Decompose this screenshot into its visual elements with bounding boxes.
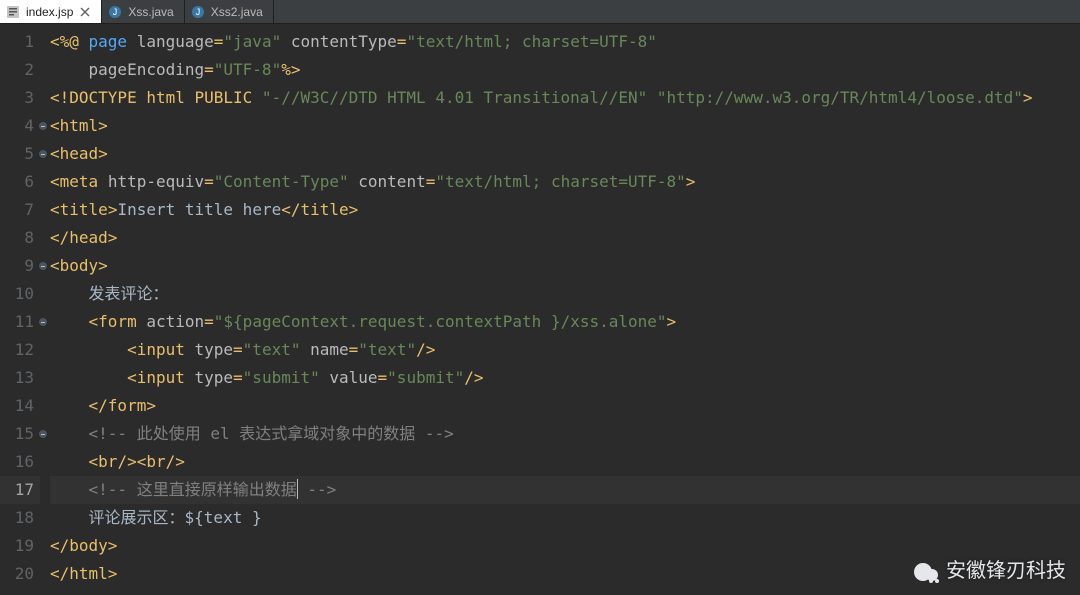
code-line[interactable]: <meta http-equiv="Content-Type" content=… bbox=[50, 168, 1080, 196]
line-number: 9 bbox=[0, 252, 40, 280]
line-number: 1 bbox=[0, 28, 40, 56]
tab-xss-java[interactable]: J Xss.java bbox=[102, 0, 184, 23]
code-line[interactable]: <title>Insert title here</title> bbox=[50, 196, 1080, 224]
line-number: 13 bbox=[0, 364, 40, 392]
code-line[interactable]: <!-- 这里直接原样输出数据 --> bbox=[50, 476, 1080, 504]
code-line[interactable]: <!-- 此处使用 el 表达式拿域对象中的数据 --> bbox=[50, 420, 1080, 448]
code-line[interactable]: pageEncoding="UTF-8"%> bbox=[50, 56, 1080, 84]
code-line[interactable]: 评论展示区：${text } bbox=[50, 504, 1080, 532]
line-number: 17 bbox=[0, 476, 40, 504]
line-number: 16 bbox=[0, 448, 40, 476]
line-number: 14 bbox=[0, 392, 40, 420]
tab-label: index.jsp bbox=[26, 5, 73, 19]
code-line[interactable]: <br/><br/> bbox=[50, 448, 1080, 476]
line-number: 18 bbox=[0, 504, 40, 532]
java-file-icon: J bbox=[108, 5, 122, 19]
code-line[interactable]: </form> bbox=[50, 392, 1080, 420]
code-line[interactable]: </body> bbox=[50, 532, 1080, 560]
line-number-gutter: 1234567891011121314151617181920 bbox=[0, 24, 42, 595]
line-number: 7 bbox=[0, 196, 40, 224]
tab-label: Xss2.java bbox=[211, 5, 263, 19]
line-number: 5 bbox=[0, 140, 40, 168]
line-number: 3 bbox=[0, 84, 40, 112]
code-line[interactable]: </head> bbox=[50, 224, 1080, 252]
tab-label: Xss.java bbox=[128, 5, 173, 19]
java-file-icon: J bbox=[191, 5, 205, 19]
watermark: 安徽锋刃科技 bbox=[914, 557, 1066, 585]
jsp-file-icon bbox=[6, 5, 20, 19]
tab-bar: index.jsp J Xss.java J Xss2.java bbox=[0, 0, 1080, 24]
svg-text:J: J bbox=[195, 7, 200, 17]
line-number: 12 bbox=[0, 336, 40, 364]
line-number: 20 bbox=[0, 560, 40, 588]
line-number: 10 bbox=[0, 280, 40, 308]
line-number: 6 bbox=[0, 168, 40, 196]
line-number: 4 bbox=[0, 112, 40, 140]
svg-text:J: J bbox=[113, 7, 118, 17]
tab-xss2-java[interactable]: J Xss2.java bbox=[185, 0, 274, 23]
line-number: 8 bbox=[0, 224, 40, 252]
line-number: 11 bbox=[0, 308, 40, 336]
code-line[interactable]: <head> bbox=[50, 140, 1080, 168]
code-line[interactable]: <input type="submit" value="submit"/> bbox=[50, 364, 1080, 392]
tab-index-jsp[interactable]: index.jsp bbox=[0, 0, 102, 23]
code-line[interactable]: <html> bbox=[50, 112, 1080, 140]
code-area[interactable]: <%@ page language="java" contentType="te… bbox=[42, 24, 1080, 595]
code-editor[interactable]: 1234567891011121314151617181920 <%@ page… bbox=[0, 24, 1080, 595]
line-number: 19 bbox=[0, 532, 40, 560]
wechat-icon bbox=[914, 561, 938, 581]
code-line[interactable]: <%@ page language="java" contentType="te… bbox=[50, 28, 1080, 56]
line-number: 2 bbox=[0, 56, 40, 84]
watermark-text: 安徽锋刃科技 bbox=[946, 557, 1066, 585]
code-line[interactable]: <input type="text" name="text"/> bbox=[50, 336, 1080, 364]
line-number: 15 bbox=[0, 420, 40, 448]
close-icon[interactable] bbox=[79, 6, 91, 18]
code-line[interactable]: 发表评论： bbox=[50, 280, 1080, 308]
code-line[interactable]: <body> bbox=[50, 252, 1080, 280]
code-line[interactable]: <!DOCTYPE html PUBLIC "-//W3C//DTD HTML … bbox=[50, 84, 1080, 112]
code-line[interactable]: <form action="${pageContext.request.cont… bbox=[50, 308, 1080, 336]
